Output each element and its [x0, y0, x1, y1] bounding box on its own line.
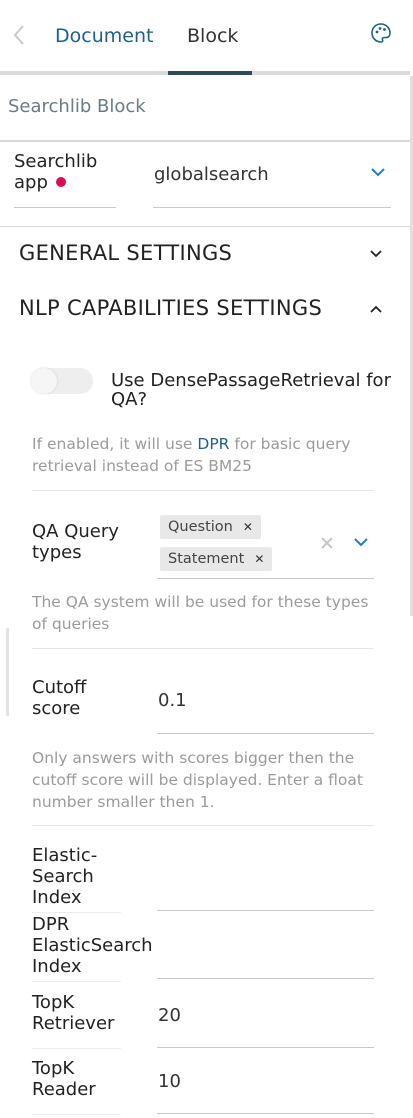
chevron-up-icon[interactable]: [369, 304, 383, 314]
label-underline: [32, 981, 121, 982]
dpr-link[interactable]: DPR: [197, 435, 229, 453]
tab-block[interactable]: Block: [187, 24, 238, 48]
section-general-settings[interactable]: GENERAL SETTINGS: [19, 241, 232, 265]
topk-retriever-input[interactable]: 20: [158, 1005, 181, 1026]
input-underline: [157, 978, 374, 979]
topk-reader-label: TopK Reader: [32, 1058, 96, 1100]
divider: [0, 226, 410, 227]
cutoff-score-label: Cutoff score: [32, 677, 87, 719]
select-underline: [153, 207, 391, 208]
label-underline: [32, 912, 121, 913]
chevron-left-icon[interactable]: [10, 22, 30, 48]
dpr-toggle-label: Use DensePassageRetrieval for QA?: [111, 370, 391, 410]
required-indicator: [55, 177, 66, 187]
searchlib-app-label-text: Searchlib app: [14, 151, 98, 193]
topk-reader-input[interactable]: 10: [158, 1071, 181, 1092]
dpr-help-before: If enabled, it will use: [32, 435, 198, 453]
divider: [0, 140, 410, 142]
chip-statement: Statement ✕: [160, 547, 273, 571]
cutoff-score-input[interactable]: 0.1: [158, 690, 187, 711]
remove-icon[interactable]: ✕: [243, 515, 253, 539]
chip-label: Statement: [168, 551, 245, 567]
tab-document[interactable]: Document: [55, 24, 153, 48]
dpr-es-index-label: DPR ElasticSearch Index: [32, 914, 153, 977]
chip-question: Question ✕: [160, 515, 261, 539]
input-underline: [157, 1113, 374, 1114]
clear-icon[interactable]: [320, 536, 334, 550]
searchlib-app-label: Searchlib app: [14, 151, 114, 193]
divider: [32, 490, 374, 491]
label-underline: [14, 207, 116, 208]
palette-icon[interactable]: [370, 22, 392, 44]
block-title: Searchlib Block: [8, 96, 146, 117]
dpr-toggle[interactable]: [31, 368, 93, 394]
qa-query-types-label: QA Query types: [32, 521, 119, 563]
sidebar-header: Document Block: [0, 0, 413, 74]
resize-handle[interactable]: [6, 628, 9, 716]
active-tab-indicator: [168, 71, 252, 75]
chevron-down-icon[interactable]: [353, 537, 369, 548]
topk-retriever-label: TopK Retriever: [32, 992, 115, 1034]
label-underline: [32, 1114, 121, 1115]
chip-label: Question: [168, 519, 233, 535]
divider: [32, 648, 374, 649]
remove-icon[interactable]: ✕: [254, 547, 264, 571]
cutoff-score-help: Only answers with scores bigger then the…: [32, 749, 363, 811]
toggle-knob: [31, 368, 57, 394]
es-index-label: Elastic-Search Index: [32, 845, 98, 908]
select-underline: [157, 578, 374, 579]
qa-query-types-help: The QA system will be used for these typ…: [32, 593, 369, 633]
divider: [32, 825, 374, 826]
input-underline: [157, 910, 374, 911]
label-underline: [32, 1048, 121, 1049]
section-nlp-settings[interactable]: NLP CAPABILITIES SETTINGS: [19, 296, 322, 320]
chevron-down-icon[interactable]: [369, 249, 383, 259]
input-underline: [157, 1047, 374, 1048]
chevron-down-icon[interactable]: [370, 166, 386, 178]
searchlib-app-select[interactable]: globalsearch: [154, 164, 269, 185]
dpr-help-text: If enabled, it will use DPR for basic qu…: [32, 433, 377, 477]
input-underline: [157, 733, 374, 734]
